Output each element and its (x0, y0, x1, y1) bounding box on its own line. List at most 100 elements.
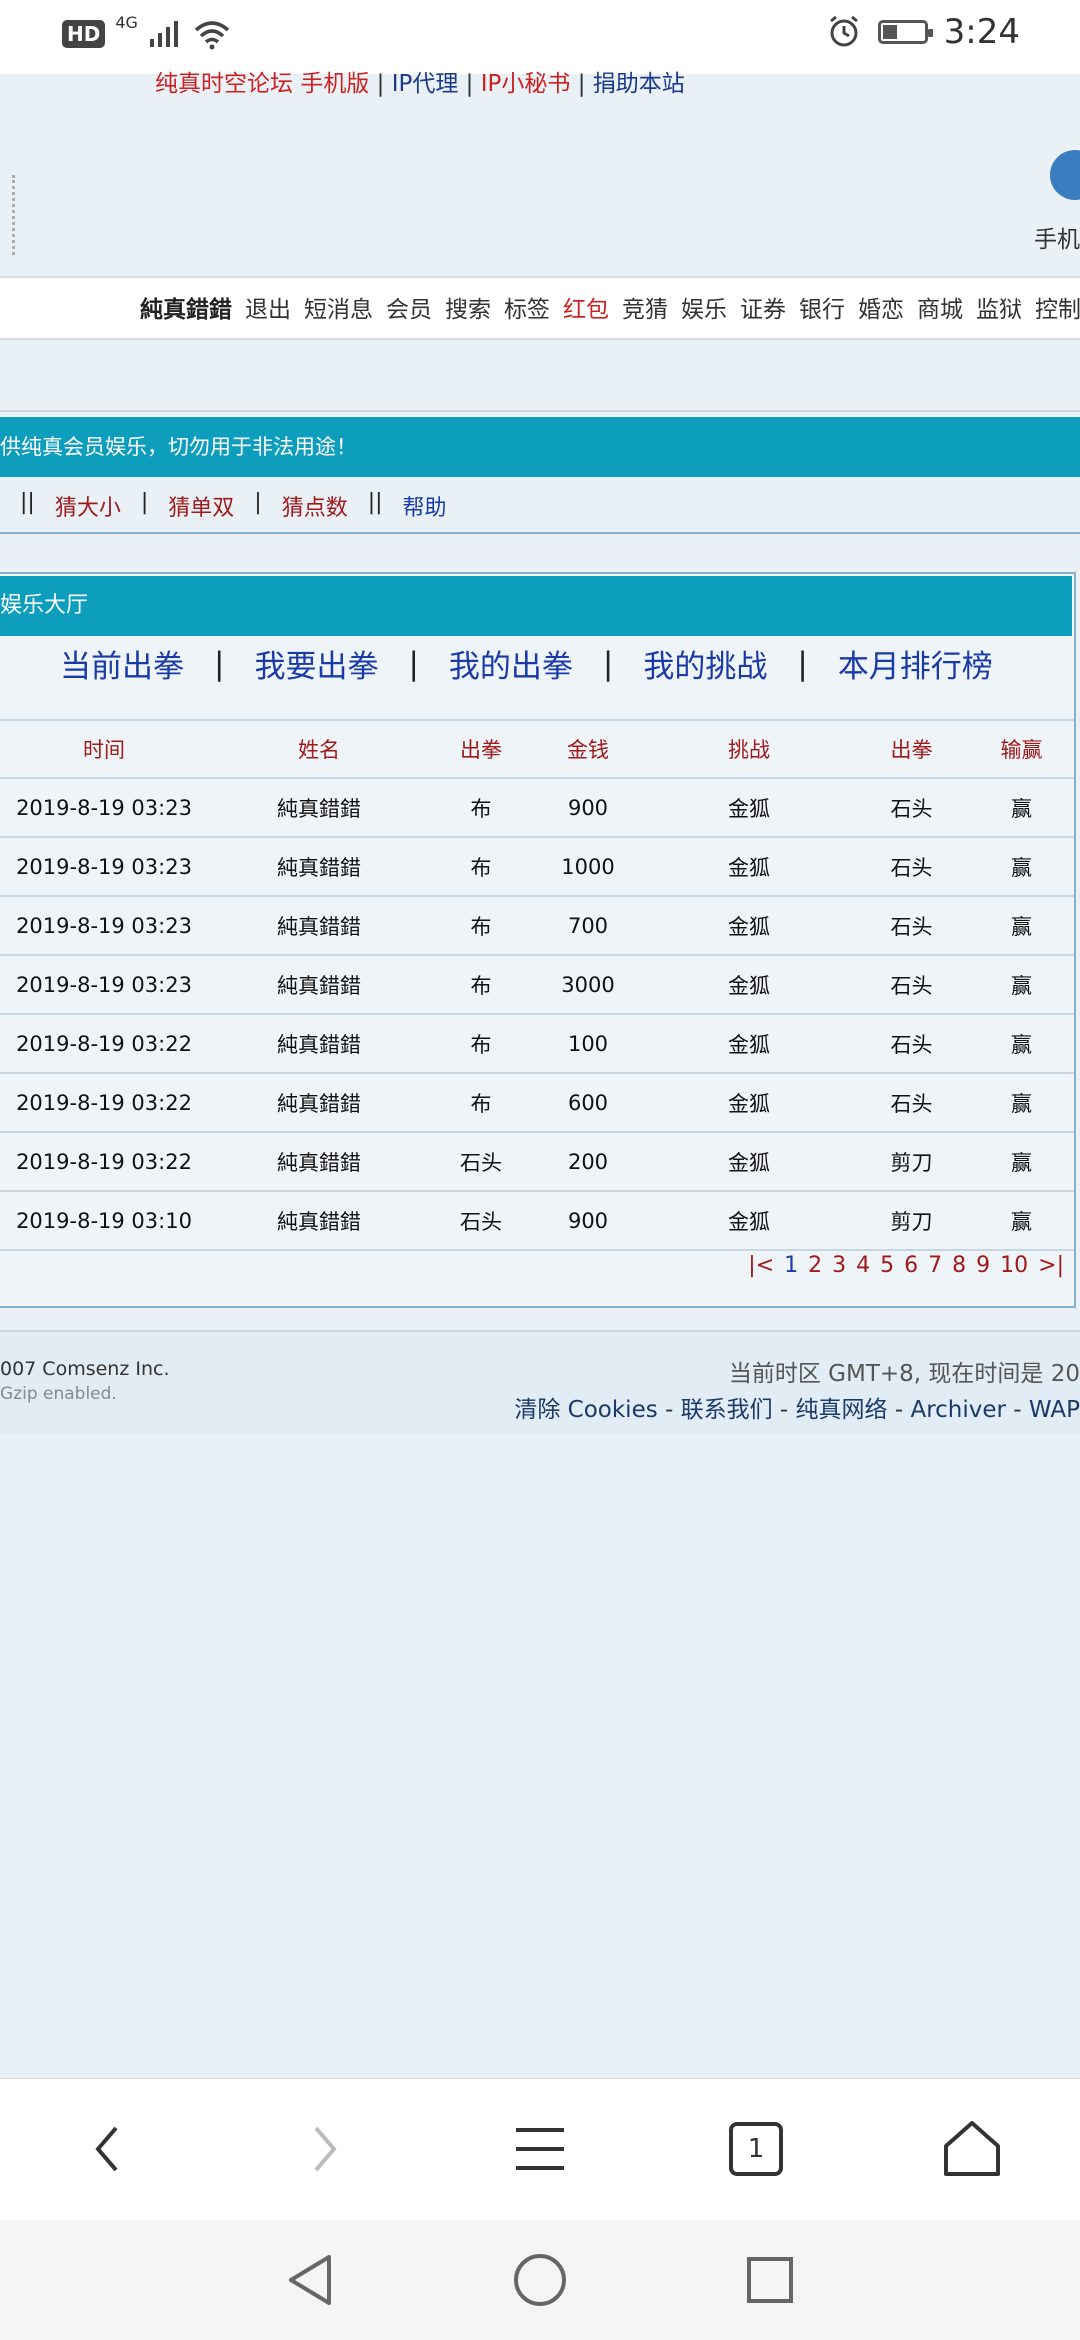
cell-result: 赢 (969, 896, 1074, 956)
pager-page[interactable]: 1 (784, 1253, 798, 1278)
forward-icon[interactable] (284, 2109, 364, 2189)
notice-bar: 供纯真会员娱乐，切勿用于非法用途！ (0, 417, 1080, 477)
nav-item-control-panel[interactable]: 控制面 (1035, 290, 1080, 324)
nav-item-tags[interactable]: 标签 (504, 290, 550, 324)
battery-icon (877, 20, 933, 44)
ip-secretary-link[interactable]: IP小秘书 (481, 71, 571, 97)
pager-page[interactable]: 8 (952, 1253, 966, 1278)
cell-challenger[interactable]: 金狐 (644, 1191, 854, 1251)
subnav-guess-size[interactable]: 猜大小 (55, 490, 121, 522)
forum-link[interactable]: 纯真时空论坛 (155, 71, 293, 97)
col-challenger: 挑战 (644, 719, 854, 779)
table-row: 2019-8-19 03:23 純真錯錯 布 1000 金狐 石头 赢 (0, 837, 1074, 897)
cell-name[interactable]: 純真錯錯 (208, 1073, 430, 1133)
subnav-help[interactable]: 帮助 (403, 490, 447, 522)
cell-money: 200 (532, 1132, 644, 1192)
tab-make-punch[interactable]: 我要出拳 (254, 641, 378, 686)
archiver-link[interactable]: Archiver (910, 1397, 1006, 1423)
subnav-guess-odd-even[interactable]: 猜单双 (168, 490, 234, 522)
home-circle-icon[interactable] (510, 2250, 570, 2310)
divider (0, 410, 1080, 412)
clear-cookies-link[interactable]: 清除 Cookies (514, 1397, 657, 1423)
nav-item-bank[interactable]: 银行 (799, 290, 845, 324)
nav-item-securities[interactable]: 证券 (740, 290, 786, 324)
nav-item-quiz[interactable]: 竞猜 (622, 290, 668, 324)
status-left: HD 4G (62, 13, 232, 50)
col-result: 输赢 (969, 719, 1074, 779)
cell-name[interactable]: 純真錯錯 (208, 778, 430, 838)
cell-name[interactable]: 純真錯錯 (208, 1014, 430, 1074)
separator: | (602, 645, 614, 682)
mobile-version-label[interactable]: 手机 (1034, 220, 1080, 254)
cell-money: 900 (532, 778, 644, 838)
nav-user[interactable]: 純真錯錯 (140, 290, 232, 324)
network-type: 4G (115, 12, 138, 32)
cell-name[interactable]: 純真錯錯 (208, 1132, 430, 1192)
back-triangle-icon[interactable] (280, 2250, 340, 2310)
cell-challenger[interactable]: 金狐 (644, 837, 854, 897)
cell-challenger[interactable]: 金狐 (644, 1014, 854, 1074)
cell-challenger[interactable]: 金狐 (644, 1132, 854, 1192)
pager-page[interactable]: 2 (808, 1253, 822, 1278)
nav-item-members[interactable]: 会员 (386, 290, 432, 324)
status-time: 3:24 (943, 12, 1020, 52)
network-link[interactable]: 纯真网络 (796, 1397, 888, 1423)
cell-challenger[interactable]: 金狐 (644, 1073, 854, 1133)
pager-first[interactable]: |< (748, 1253, 774, 1278)
back-icon[interactable] (68, 2109, 148, 2189)
tab-my-challenges[interactable]: 我的挑战 (643, 641, 767, 686)
cell-name[interactable]: 純真錯錯 (208, 837, 430, 897)
status-bar: HD 4G 3:24 (0, 0, 1080, 74)
pager-page[interactable]: 10 (1000, 1253, 1028, 1278)
pager-last[interactable]: >| (1038, 1253, 1064, 1278)
signal-icon (149, 21, 178, 47)
logo-fragment[interactable] (0, 175, 15, 255)
nav-item-marriage[interactable]: 婚恋 (858, 290, 904, 324)
status-right: 3:24 (826, 12, 1020, 52)
cell-name[interactable]: 純真錯錯 (208, 955, 430, 1015)
menu-icon[interactable] (500, 2109, 580, 2189)
nav-item-prison[interactable]: 监狱 (976, 290, 1022, 324)
table-row: 2019-8-19 03:22 純真錯錯 布 600 金狐 石头 赢 (0, 1073, 1074, 1133)
pager-page[interactable]: 4 (856, 1253, 870, 1278)
tab-monthly-ranking[interactable]: 本月排行榜 (838, 641, 993, 686)
subnav-guess-points[interactable]: 猜点数 (282, 490, 348, 522)
pager-page[interactable]: 9 (976, 1253, 990, 1278)
nav-item-entertainment[interactable]: 娱乐 (681, 290, 727, 324)
system-navigation (0, 2220, 1080, 2340)
cell-result: 赢 (969, 1132, 1074, 1192)
nav-item-search[interactable]: 搜索 (445, 290, 491, 324)
cell-punch: 布 (430, 955, 532, 1015)
ip-proxy-link[interactable]: IP代理 (392, 71, 459, 97)
cell-challenger-punch: 石头 (854, 778, 969, 838)
donate-link[interactable]: 捐助本站 (593, 71, 685, 97)
cell-challenger[interactable]: 金狐 (644, 896, 854, 956)
mobile-link[interactable]: 手机版 (300, 71, 369, 97)
cell-punch: 布 (430, 837, 532, 897)
nav-item-mall[interactable]: 商城 (917, 290, 963, 324)
recents-square-icon[interactable] (740, 2250, 800, 2310)
tab-current-punch[interactable]: 当前出拳 (60, 641, 184, 686)
cell-challenger-punch: 剪刀 (854, 1132, 969, 1192)
pager-page[interactable]: 6 (904, 1253, 918, 1278)
pager-page[interactable]: 7 (928, 1253, 942, 1278)
table-row: 2019-8-19 03:23 純真錯錯 布 900 金狐 石头 赢 (0, 778, 1074, 838)
cell-challenger[interactable]: 金狐 (644, 778, 854, 838)
cell-name[interactable]: 純真錯錯 (208, 896, 430, 956)
tab-count: 1 (747, 2134, 765, 2164)
browser-toolbar: 1 (0, 2078, 1080, 2221)
cell-name[interactable]: 純真錯錯 (208, 1191, 430, 1251)
tabs-icon[interactable]: 1 (716, 2109, 796, 2189)
cell-money: 3000 (532, 955, 644, 1015)
pager-page[interactable]: 5 (880, 1253, 894, 1278)
cell-challenger[interactable]: 金狐 (644, 955, 854, 1015)
nav-item-red-packet[interactable]: 红包 (563, 290, 609, 324)
nav-item-messages[interactable]: 短消息 (304, 290, 373, 324)
pager-page[interactable]: 3 (832, 1253, 846, 1278)
contact-link[interactable]: 联系我们 (681, 1397, 773, 1423)
tab-my-punches[interactable]: 我的出拳 (449, 641, 573, 686)
home-icon[interactable] (932, 2109, 1012, 2189)
globe-icon[interactable] (1050, 150, 1080, 200)
wap-link[interactable]: WAP (1029, 1397, 1080, 1423)
nav-item-logout[interactable]: 退出 (245, 290, 291, 324)
